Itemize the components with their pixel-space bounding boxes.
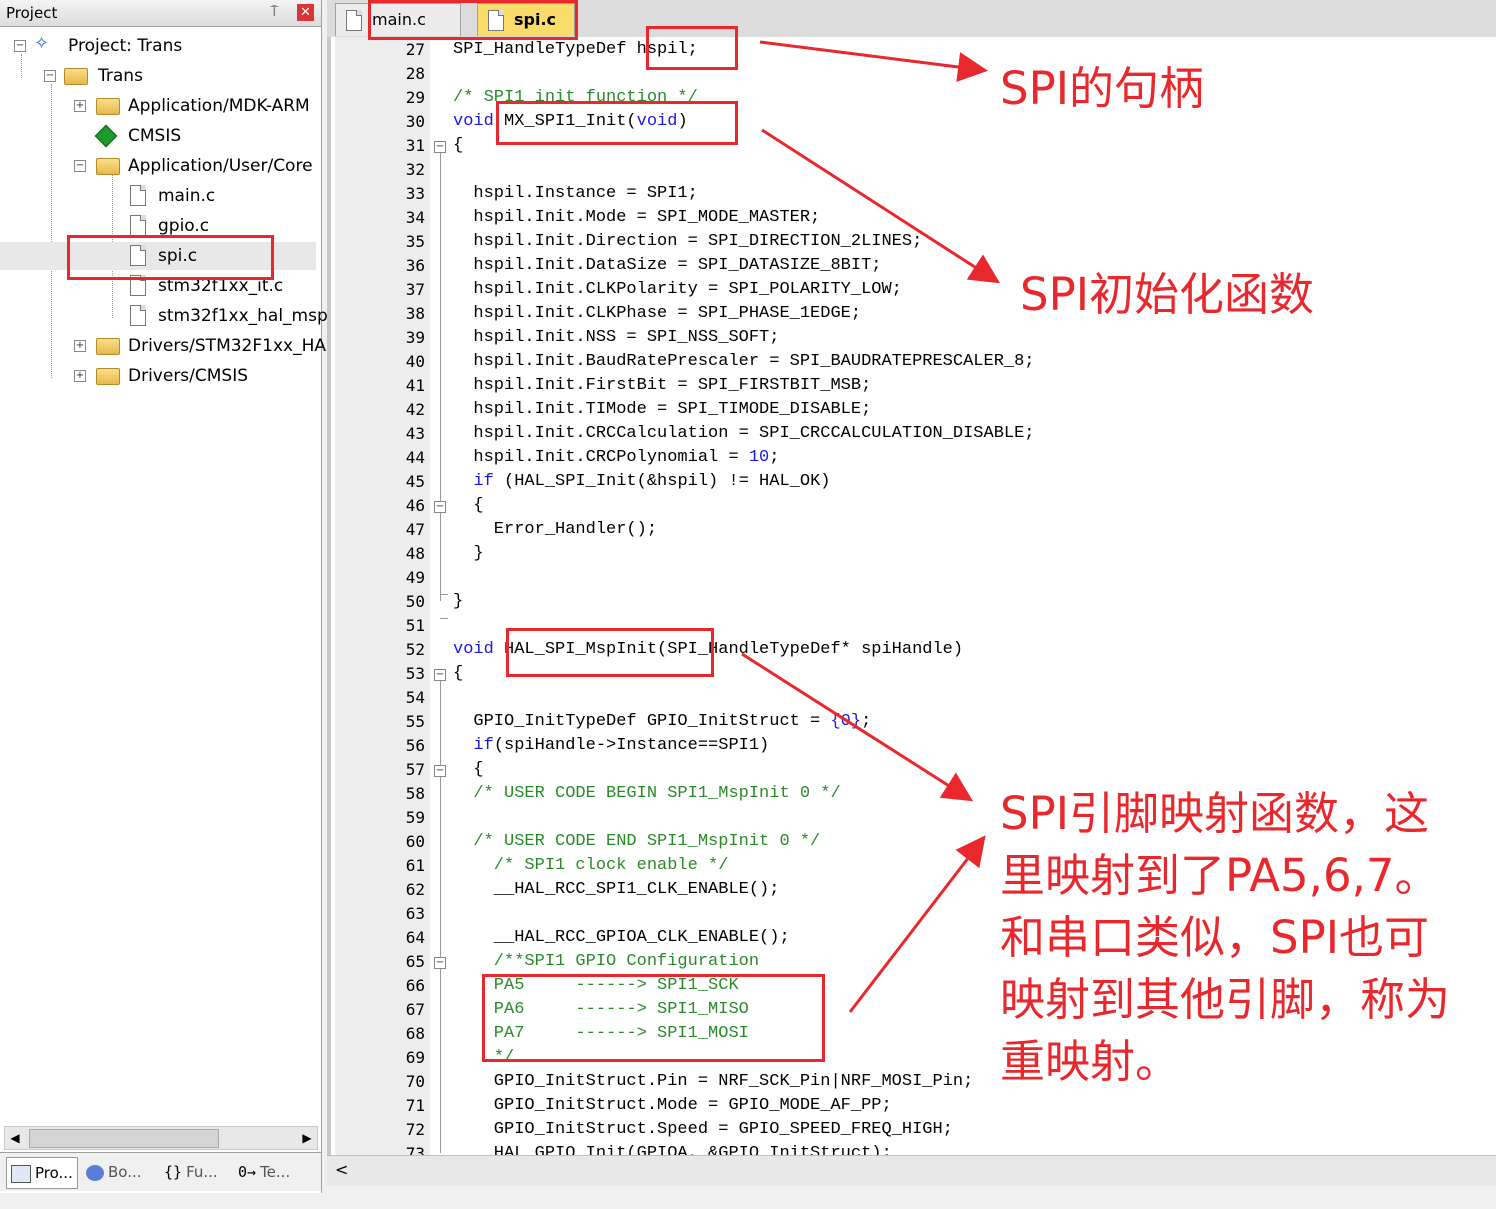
- annotation-remap-line: 重映射。: [1000, 1035, 1181, 1088]
- annotation-handle-note: SPI的句柄: [1000, 62, 1204, 115]
- annotation-remap-line: 映射到其他引脚，称为: [1000, 973, 1451, 1026]
- arrow-to-init-note: [761, 128, 1001, 284]
- arrow-to-remap-note: [741, 652, 974, 802]
- annotation-remap-line: 和串口类似，SPI也可: [1000, 911, 1429, 964]
- arrow-from-pin-mapping: [848, 835, 986, 1013]
- arrow-to-handle-note: [759, 40, 988, 82]
- annotation-remap-line: 里映射到了PA5,6,7。: [1000, 849, 1440, 902]
- annotation-remap-line: SPI引脚映射函数，这: [1000, 787, 1429, 840]
- annotation-init-note: SPI初始化函数: [1020, 268, 1314, 321]
